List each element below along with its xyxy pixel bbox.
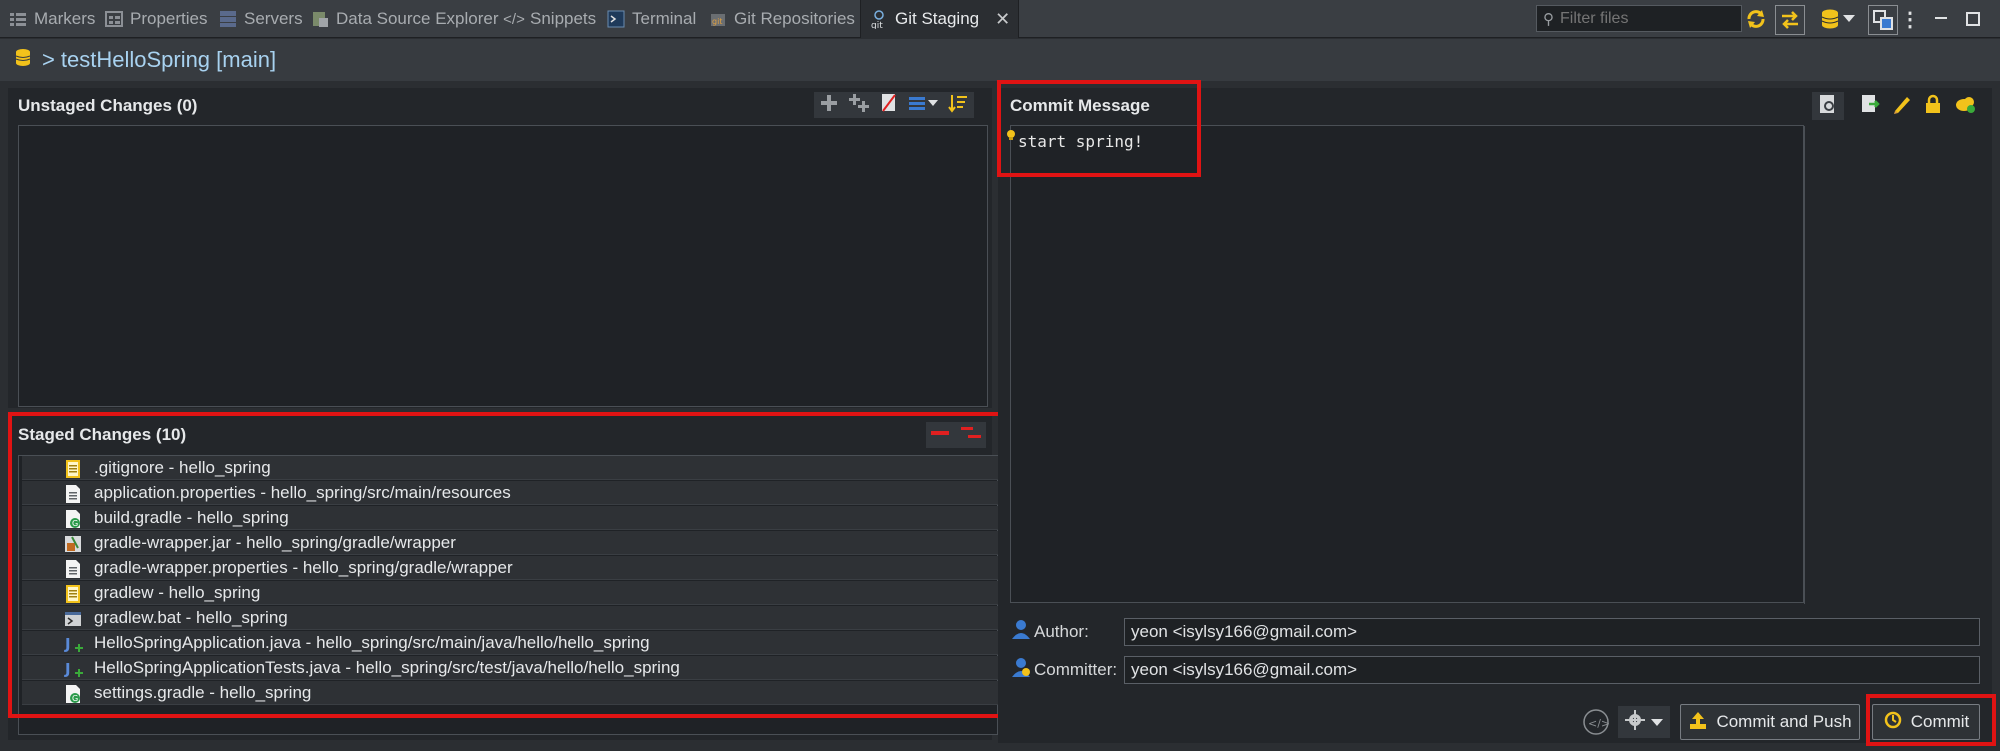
settings-dropdown[interactable]: [1618, 706, 1670, 738]
tab-snippets[interactable]: </> Snippets: [503, 0, 597, 38]
change-id-icon[interactable]: [1954, 94, 1978, 119]
compare-mode-icon[interactable]: [1775, 5, 1805, 35]
ignore-file-icon[interactable]: [880, 93, 898, 118]
tab-data-source-explorer[interactable]: Data Source Explorer: [310, 0, 499, 38]
add-to-index-icon[interactable]: [820, 94, 838, 117]
search-icon: ⚲: [1543, 10, 1554, 28]
svg-text:</>: </>: [1588, 717, 1610, 730]
code-icon[interactable]: </>: [1582, 708, 1610, 741]
unstaged-section: Unstaged Changes (0): [8, 88, 992, 408]
tab-label: Snippets: [530, 9, 597, 28]
minimize-icon[interactable]: [1930, 7, 1952, 31]
repository-icon[interactable]: [1818, 7, 1842, 31]
repository-icon: [14, 48, 32, 73]
refresh-icon[interactable]: [1744, 7, 1768, 31]
unstaged-title: Unstaged Changes (0): [18, 96, 198, 115]
tab-git-repositories[interactable]: git Git Repositories: [708, 0, 855, 38]
tab-markers[interactable]: Markers: [8, 0, 95, 38]
tab-label: Servers: [244, 9, 303, 28]
committer-icon: [1010, 656, 1032, 683]
tab-label: Properties: [130, 9, 208, 28]
tab-terminal[interactable]: Terminal: [606, 0, 696, 38]
repository-header: > testHelloSpring [main]: [0, 39, 2000, 81]
tab-label: Markers: [34, 9, 96, 28]
servers-icon: [218, 9, 238, 29]
chevron-down-icon: [1651, 712, 1663, 732]
markers-icon: [8, 9, 28, 29]
commit-toolbar-right: [1856, 92, 1982, 120]
commit-and-push-label: Commit and Push: [1716, 712, 1852, 731]
staged-highlight: [8, 412, 1002, 718]
tab-label: Data Source Explorer: [336, 9, 499, 28]
add-all-to-index-icon[interactable]: [848, 93, 870, 118]
tab-properties[interactable]: Properties: [104, 0, 207, 38]
link-selection-icon[interactable]: [1868, 5, 1898, 35]
author-field[interactable]: yeon <isylsy166@gmail.com>: [1124, 618, 1980, 646]
terminal-icon: [606, 9, 626, 29]
amend-icon[interactable]: [1860, 94, 1880, 119]
gear-icon: [1625, 709, 1645, 735]
view-menu-icon[interactable]: ⋮: [1900, 7, 1920, 31]
tab-git-staging[interactable]: git Git Staging ✕: [860, 0, 1020, 38]
commit-and-push-button[interactable]: Commit and Push: [1680, 704, 1860, 740]
chevron-down-icon[interactable]: [1842, 7, 1856, 31]
close-icon[interactable]: ✕: [995, 9, 1010, 30]
tab-label: Git Repositories: [734, 9, 855, 28]
commit-message-highlight: [997, 80, 1201, 177]
data-source-icon: [310, 9, 330, 29]
git-repositories-icon: git: [708, 9, 728, 29]
signed-off-icon[interactable]: [1892, 94, 1912, 119]
spell-check-icon[interactable]: [1818, 94, 1838, 119]
properties-icon: [104, 9, 124, 29]
svg-text:git: git: [712, 17, 722, 26]
unstaged-toolbar: [814, 92, 974, 118]
repository-title: testHelloSpring [main]: [60, 47, 277, 72]
breadcrumb-separator: >: [42, 47, 55, 72]
committer-field[interactable]: yeon <isylsy166@gmail.com>: [1124, 656, 1980, 684]
unstaged-file-list[interactable]: [18, 125, 988, 407]
tab-label: Git Staging: [895, 9, 980, 28]
commit-section: Commit Message start spring! Author: yeo…: [998, 88, 1992, 743]
tab-label: Terminal: [632, 9, 697, 28]
filter-files-input[interactable]: [1558, 8, 1737, 29]
commit-button-highlight: [1866, 694, 1996, 746]
tab-servers[interactable]: Servers: [218, 0, 303, 38]
svg-text:git: git: [871, 21, 883, 29]
author-icon: [1010, 618, 1032, 645]
git-staging-icon: git: [869, 9, 889, 29]
sort-icon[interactable]: [948, 93, 968, 118]
list-view-icon[interactable]: [908, 95, 938, 116]
commit-toolbar-left: [1812, 92, 1844, 120]
lock-icon[interactable]: [1924, 94, 1942, 119]
snippets-icon: </>: [503, 10, 525, 28]
view-tab-bar: Markers Properties Servers Data Source E…: [0, 0, 2000, 38]
committer-label: Committer:: [1034, 660, 1118, 679]
commit-message-input[interactable]: start spring!: [1016, 130, 1780, 554]
maximize-icon[interactable]: [1962, 7, 1984, 31]
author-label: Author:: [1034, 622, 1089, 641]
filter-files-field[interactable]: ⚲: [1536, 5, 1742, 32]
push-icon: [1688, 710, 1708, 735]
